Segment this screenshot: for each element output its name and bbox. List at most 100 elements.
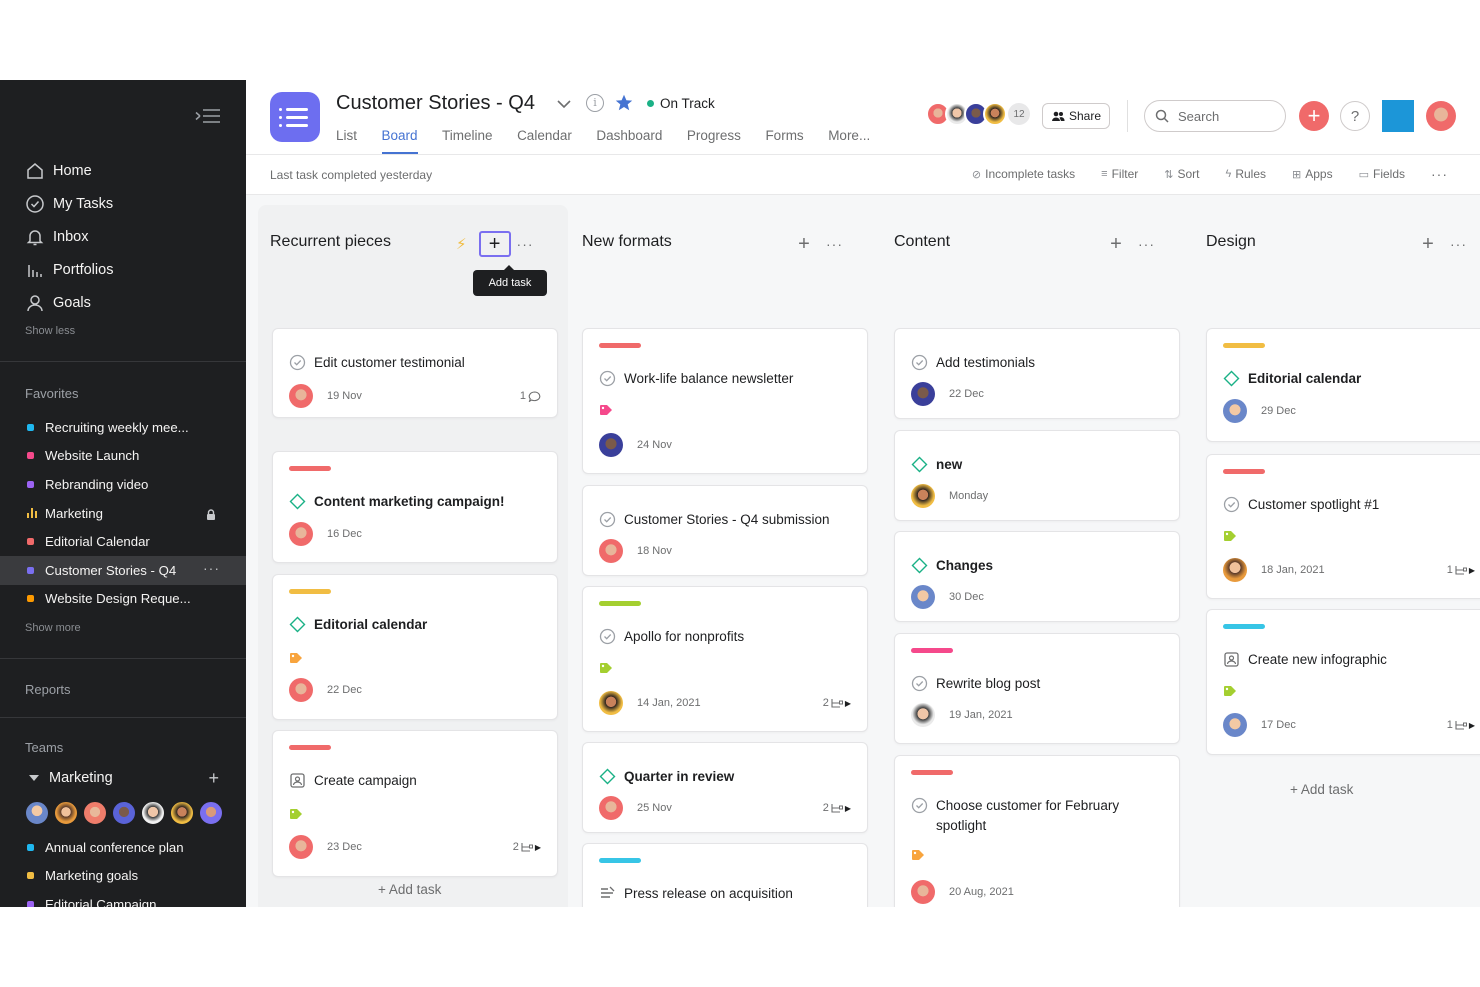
assignee-avatar[interactable] <box>289 678 313 702</box>
complete-check-icon[interactable] <box>1223 496 1240 513</box>
show-more-link[interactable]: Show more <box>25 622 81 634</box>
due-date[interactable]: Monday <box>949 490 988 502</box>
more-options-icon[interactable]: ··· <box>517 236 534 252</box>
sidebar-item-favorite[interactable]: Website Launch <box>0 442 246 471</box>
task-card[interactable]: Choose customer for February spotlight 20… <box>894 755 1180 907</box>
filter-button[interactable]: ≡ Filter <box>1101 167 1138 181</box>
chevron-down-icon[interactable] <box>556 98 572 110</box>
task-card[interactable]: Apollo for nonprofits 14 Jan, 2021 2 ▶ <box>582 586 868 732</box>
assignee-avatar[interactable] <box>1223 713 1247 737</box>
show-less-link[interactable]: Show less <box>25 325 75 337</box>
task-title[interactable]: Edit customer testimonial <box>289 353 543 373</box>
due-date[interactable]: 19 Nov <box>327 390 362 402</box>
task-card[interactable]: Changes 30 Dec <box>894 531 1180 622</box>
quick-add-button[interactable]: + <box>1299 101 1329 131</box>
nav-goals[interactable]: Goals <box>0 286 246 319</box>
milestone-icon[interactable] <box>911 557 928 574</box>
more-options-icon[interactable]: ··· <box>1450 236 1467 252</box>
team-marketing[interactable]: Marketing + <box>29 768 219 789</box>
tab-dashboard[interactable]: Dashboard <box>596 128 662 154</box>
column-title[interactable]: Recurrent pieces <box>270 233 391 251</box>
sidebar-item-team-project[interactable]: Annual conference plan <box>0 833 246 862</box>
assignee-avatar[interactable] <box>289 835 313 859</box>
subtask-count[interactable]: 2 ▶ <box>823 697 851 709</box>
nav-inbox[interactable]: Inbox <box>0 221 246 254</box>
more-options-icon[interactable]: ··· <box>826 236 843 252</box>
tab-forms[interactable]: Forms <box>765 128 803 154</box>
assignee-avatar[interactable] <box>911 484 935 508</box>
add-task-icon[interactable]: + <box>478 231 511 257</box>
task-title[interactable]: Customer spotlight #1 <box>1223 495 1477 515</box>
assignee-avatar[interactable] <box>599 433 623 457</box>
task-title[interactable]: Content marketing campaign! <box>289 492 543 512</box>
assignee-avatar[interactable] <box>289 384 313 408</box>
milestone-icon[interactable] <box>599 768 616 785</box>
more-options-icon[interactable]: ··· <box>1431 167 1448 181</box>
nav-portfolios[interactable]: Portfolios <box>0 253 246 286</box>
comment-count[interactable]: 1 <box>520 390 541 402</box>
sidebar-item-favorite[interactable]: Marketing <box>0 499 246 528</box>
complete-check-icon[interactable] <box>289 354 306 371</box>
star-icon[interactable] <box>614 93 634 113</box>
assignee-avatar[interactable] <box>911 880 935 904</box>
sidebar-item-favorite[interactable]: Recruiting weekly mee... <box>0 413 246 442</box>
task-title[interactable]: Changes <box>911 556 1165 576</box>
due-date[interactable]: 14 Jan, 2021 <box>637 697 701 709</box>
sort-button[interactable]: ⇅ Sort <box>1164 167 1199 181</box>
user-avatar[interactable] <box>1426 101 1456 131</box>
due-date[interactable]: 22 Dec <box>327 684 362 696</box>
help-button[interactable]: ? <box>1340 101 1370 131</box>
approval-icon[interactable] <box>599 885 616 902</box>
tab-board[interactable]: Board <box>381 128 418 154</box>
due-date[interactable]: 19 Jan, 2021 <box>949 709 1013 721</box>
tab-calendar[interactable]: Calendar <box>517 128 572 154</box>
add-task-button[interactable]: + Add task <box>378 882 441 897</box>
milestone-icon[interactable] <box>1223 370 1240 387</box>
sidebar-item-team-project[interactable]: Marketing goals <box>0 862 246 891</box>
project-status[interactable]: On Track <box>660 96 715 111</box>
due-date[interactable]: 24 Nov <box>637 439 672 451</box>
task-title[interactable]: Rewrite blog post <box>911 674 1165 694</box>
assignee-avatar[interactable] <box>599 796 623 820</box>
project-members[interactable]: 12 <box>926 102 1030 126</box>
workspace-icon[interactable] <box>1382 100 1414 132</box>
milestone-icon[interactable] <box>911 456 928 473</box>
more-options-icon[interactable]: ··· <box>203 560 220 576</box>
task-card[interactable]: Content marketing campaign! 16 Dec <box>272 451 558 563</box>
search-input[interactable]: Search <box>1144 100 1286 132</box>
complete-check-icon[interactable] <box>599 370 616 387</box>
info-icon[interactable]: i <box>586 94 604 112</box>
task-card[interactable]: Create new infographic 17 Dec 1 ▶ <box>1206 609 1480 755</box>
task-card[interactable]: Rewrite blog post 19 Jan, 2021 <box>894 633 1180 744</box>
nav-my-tasks[interactable]: My Tasks <box>0 188 246 221</box>
nav-home[interactable]: Home <box>0 155 246 188</box>
add-task-icon[interactable]: + <box>1100 231 1132 257</box>
approval-icon[interactable] <box>1223 651 1240 668</box>
assignee-avatar[interactable] <box>599 691 623 715</box>
task-card[interactable]: Editorial calendar 29 Dec <box>1206 328 1480 442</box>
sidebar-item-favorite[interactable]: Website Design Reque... <box>0 585 246 614</box>
tab-progress[interactable]: Progress <box>687 128 741 154</box>
add-task-button[interactable]: + Add task <box>1290 782 1353 797</box>
task-title[interactable]: Quarter in review <box>599 767 853 787</box>
subtask-count[interactable]: 2 ▶ <box>513 841 541 853</box>
project-title[interactable]: Customer Stories - Q4 <box>336 92 535 115</box>
assignee-avatar[interactable] <box>599 539 623 563</box>
task-title[interactable]: Create campaign <box>289 771 543 791</box>
task-card[interactable]: Work-life balance newsletter 24 Nov <box>582 328 868 474</box>
assignee-avatar[interactable] <box>1223 399 1247 423</box>
column-title[interactable]: New formats <box>582 233 672 251</box>
due-date[interactable]: 23 Dec <box>327 841 362 853</box>
add-team-project-button[interactable]: + <box>208 768 219 789</box>
tab-list[interactable]: List <box>336 128 357 154</box>
sidebar-item-team-project[interactable]: Editorial Campaign <box>0 890 246 907</box>
sidebar-item-favorite[interactable]: Editorial Calendar <box>0 527 246 556</box>
due-date[interactable]: 16 Dec <box>327 528 362 540</box>
apps-button[interactable]: ⊞ Apps <box>1292 167 1333 181</box>
assignee-avatar[interactable] <box>911 585 935 609</box>
reports-heading[interactable]: Reports <box>25 682 71 697</box>
due-date[interactable]: 20 Aug, 2021 <box>949 886 1014 898</box>
task-title[interactable]: Press release on acquisition <box>599 884 853 904</box>
due-date[interactable]: 25 Nov <box>637 802 672 814</box>
task-card[interactable]: Add testimonials 22 Dec <box>894 328 1180 419</box>
